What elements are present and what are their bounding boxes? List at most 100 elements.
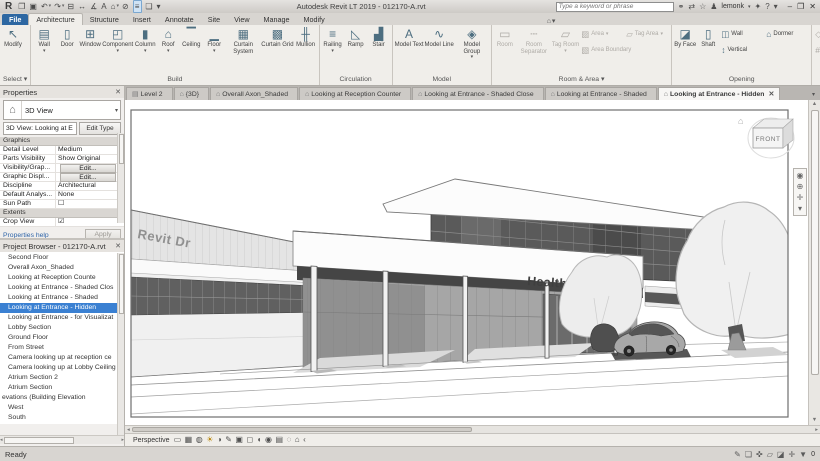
ribbon-button-vertical[interactable]: ↕Vertical <box>720 42 764 58</box>
ribbon-button-tag-room[interactable]: ▱Tag Room▾ <box>552 26 579 73</box>
ribbon-button-ramp[interactable]: ◺Ramp <box>345 26 367 73</box>
view-tab-list-caret-icon[interactable]: ▾ <box>807 91 820 100</box>
show-crop-region-icon[interactable]: ◻ <box>246 435 253 445</box>
ribbon-button-shaft[interactable]: ▯Shaft <box>697 26 719 73</box>
horizontal-scrollbar[interactable]: ◂ ▸ <box>125 425 820 433</box>
scroll-right-icon[interactable]: ▸ <box>121 437 124 443</box>
measure-icon[interactable]: ↔ <box>78 1 87 12</box>
ribbon-button-component[interactable]: ◰Component▾ <box>102 26 133 73</box>
shadows-icon[interactable]: ◑ <box>217 435 222 445</box>
ribbon-button-floor[interactable]: ▁Floor▾ <box>203 26 225 73</box>
apply-button[interactable]: Apply <box>85 229 121 240</box>
view-tab-looking-at-reception-counter[interactable]: ⌂ Looking at Reception Counter <box>299 87 411 100</box>
sun-path-icon[interactable]: ☀ <box>206 435 213 445</box>
exchange-apps-icon[interactable]: ⇄ <box>688 2 695 11</box>
signed-in-user[interactable]: lemonk <box>721 3 744 10</box>
temporary-view-properties-icon[interactable]: ▤ <box>275 435 283 445</box>
ribbon-tab-annotate[interactable]: Annotate <box>158 14 201 25</box>
ribbon-button-curtain-grid[interactable]: ▩Curtain Grid <box>261 26 293 73</box>
ribbon-button-modify[interactable]: ↖Modify <box>2 26 24 73</box>
ribbon-button-curtain-system[interactable]: ▦Curtain System <box>226 26 260 73</box>
favorites-icon[interactable]: ☆ <box>699 2 706 11</box>
browser-item-from-street[interactable]: From Street <box>0 343 124 353</box>
select-links-toggle-icon[interactable]: ❏ <box>745 450 752 459</box>
scroll-down-icon[interactable]: ▼ <box>812 416 817 425</box>
full-navigation-wheel-icon[interactable]: ◉ <box>797 171 804 180</box>
save-orientation-icon[interactable]: ⌂ <box>295 435 300 445</box>
ribbon-button-railing[interactable]: ≡Railing▾ <box>322 26 344 73</box>
save-icon[interactable]: ▣ <box>29 1 38 12</box>
drawing-canvas[interactable]: Revit Dr <box>125 100 820 425</box>
reveal-hidden-elements-icon[interactable]: ◉ <box>265 435 272 445</box>
ribbon-button-ceiling[interactable]: ▔Ceiling <box>180 26 202 73</box>
ribbon-button-room-separator[interactable]: ┄Room Separator <box>517 26 551 73</box>
properties-scrollbar-thumb[interactable] <box>119 134 124 164</box>
properties-help-link[interactable]: Properties help <box>3 232 49 239</box>
ribbon-button-grid[interactable]: #Grid <box>814 42 820 58</box>
panel-display-toggle-icon[interactable]: ⌂ <box>547 18 551 25</box>
edit-type-button[interactable]: Edit Type <box>79 122 121 135</box>
ribbon-button-wall[interactable]: ◫Wall <box>720 26 764 42</box>
ribbon-tab-file[interactable]: File <box>2 14 28 25</box>
browser-item-looking-at-entrance-shaded[interactable]: Looking at Entrance - Shaded <box>0 293 124 303</box>
vertical-scrollbar-thumb[interactable] <box>811 110 819 375</box>
scroll-up-icon[interactable]: ▲ <box>812 100 817 109</box>
filter-icon[interactable]: ▼ <box>799 450 807 459</box>
drag-on-selection-toggle-icon[interactable]: ✛ <box>788 450 795 459</box>
ribbon-button-dormer[interactable]: ⌂Dormer <box>765 26 809 42</box>
browser-vertical-scrollbar-thumb[interactable] <box>119 254 124 314</box>
close-button[interactable]: ✕ <box>809 2 816 11</box>
model-text-icon[interactable]: A <box>101 1 107 12</box>
browser-item-looking-at-reception-counte[interactable]: Looking at Reception Counte <box>0 273 124 283</box>
scroll-right-icon[interactable]: ▸ <box>815 427 818 433</box>
browser-item-atrium-section-2[interactable]: Atrium Section 2 <box>0 373 124 383</box>
app-store-icon[interactable]: ✦ <box>755 2 762 11</box>
visual-style-icon[interactable]: ◍ <box>196 435 203 445</box>
ribbon-button-room[interactable]: ▭Room <box>494 26 516 73</box>
ribbon-button-wall[interactable]: ▤Wall▾ <box>33 26 55 73</box>
ribbon-button-model-line[interactable]: ∿Model Line <box>424 26 453 73</box>
browser-item-looking-at-entrance-for-visualizat[interactable]: Looking at Entrance - for Visualizat <box>0 313 124 323</box>
ribbon-tab-view[interactable]: View <box>227 14 256 25</box>
help-icon[interactable]: ? <box>765 2 769 11</box>
section-icon[interactable]: ⊘ <box>122 1 130 12</box>
browser-horizontal-scrollbar[interactable]: ◂ ▸ <box>0 435 124 444</box>
ribbon-button-roof[interactable]: ⌂Roof▾ <box>157 26 179 73</box>
ribbon-button-model-group[interactable]: ◈Model Group▾ <box>455 26 489 73</box>
zoom-icon[interactable]: ⊕ <box>797 182 804 191</box>
help-caret-icon[interactable]: ▾ <box>774 2 778 11</box>
user-menu-caret-icon[interactable]: ▾ <box>748 4 751 10</box>
customize-quick-access-icon[interactable]: ▾ <box>157 1 162 12</box>
browser-item-camera-looking-up-at-reception-ce[interactable]: Camera looking up at reception ce <box>0 353 124 363</box>
ribbon-tab-site[interactable]: Site <box>201 14 227 25</box>
ribbon-tab-modify[interactable]: Modify <box>297 14 332 25</box>
print-icon[interactable]: ⊟ <box>67 1 75 12</box>
type-selector[interactable]: ⌂ 3D View ▾ <box>3 100 121 120</box>
close-inactive-windows-icon[interactable]: ❏ <box>145 1 153 12</box>
navbar-caret-icon[interactable]: ▾ <box>798 204 802 213</box>
sketchy-lines-icon[interactable]: ✎ <box>225 435 232 445</box>
editable-only-toggle-icon[interactable]: ✎ <box>734 450 741 459</box>
view-tab-3d[interactable]: ⌂ {3D} <box>174 87 209 100</box>
browser-item-second-floor[interactable]: Second Floor <box>0 253 124 263</box>
show-hidden-lines-icon[interactable]: ◌ <box>287 435 292 445</box>
view-tab-looking-at-entrance-shaded[interactable]: ⌂ Looking at Entrance - Shaded <box>545 87 657 100</box>
open-icon[interactable]: ❐ <box>18 1 26 12</box>
ribbon-button-tag-area[interactable]: ▱Tag Area▾ <box>625 26 669 42</box>
3d-view-scene[interactable]: Revit Dr <box>125 100 808 425</box>
panel-label-room-area[interactable]: Room & Area ▾ <box>492 74 671 85</box>
ribbon-button-level[interactable]: ◇Level <box>814 26 820 42</box>
search-icon[interactable]: ⚭ <box>678 2 685 11</box>
pan-icon[interactable]: ✛ <box>797 193 804 202</box>
select-pinned-toggle-icon[interactable]: ✜ <box>756 450 763 459</box>
browser-item-ground-floor[interactable]: Ground Floor <box>0 333 124 343</box>
type-selector-caret-icon[interactable]: ▾ <box>115 107 120 114</box>
user-avatar-icon[interactable]: ♟ <box>710 2 717 11</box>
crop-view-icon[interactable]: ▣ <box>235 435 243 445</box>
view-tab-overall-axon-shaded[interactable]: ⌂ Overall Axon_Shaded <box>210 87 298 100</box>
browser-horizontal-scrollbar-thumb[interactable] <box>4 437 74 444</box>
expand-view-bar-icon[interactable]: ‹ <box>303 435 306 445</box>
ribbon-button-by-face[interactable]: ◪By Face <box>674 26 696 73</box>
ribbon-button-stair[interactable]: ▟Stair <box>368 26 390 73</box>
minimize-button[interactable]: – <box>788 2 792 11</box>
